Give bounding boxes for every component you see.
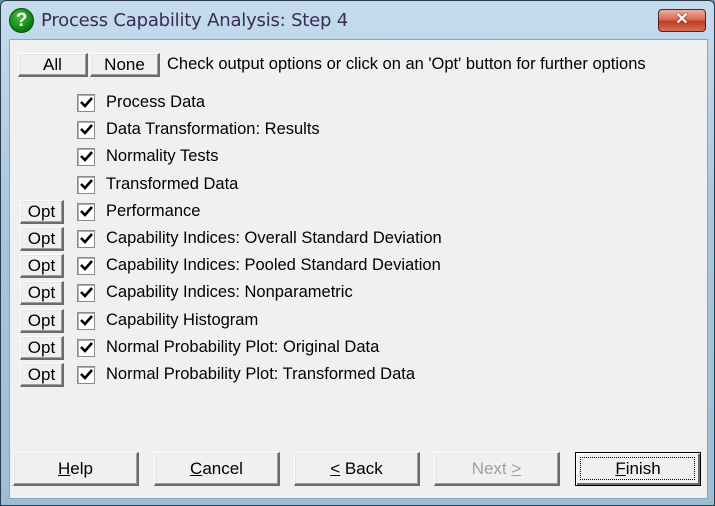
opt-button[interactable]: Opt bbox=[20, 199, 64, 224]
cancel-mnemonic: C bbox=[190, 459, 203, 478]
instruction-text: Check output options or click on an 'Opt… bbox=[167, 55, 646, 73]
opt-button-label: Opt bbox=[27, 365, 56, 384]
option-row: Opt Capability Indices: Pooled Standard D… bbox=[10, 254, 700, 279]
none-button[interactable]: None bbox=[90, 53, 160, 77]
opt-button-label: Opt bbox=[27, 337, 56, 357]
back-label: Back bbox=[340, 459, 383, 478]
option-label[interactable]: Capability Histogram bbox=[106, 311, 258, 330]
option-row: Opt Capability Histogram bbox=[10, 308, 700, 333]
option-checkbox[interactable] bbox=[77, 175, 95, 194]
option-row: Process Data bbox=[10, 91, 700, 115]
option-row: Opt Capability Indices: Nonparametric bbox=[10, 281, 700, 306]
opt-button-label: Opt bbox=[27, 283, 56, 303]
window-title: Process Capability Analysis: Step 4 bbox=[41, 10, 349, 31]
opt-button-label: Opt bbox=[27, 256, 56, 276]
option-row: Data Transformation: Results bbox=[10, 118, 700, 142]
checkmark-icon bbox=[80, 287, 93, 299]
cancel-label: ancel bbox=[202, 459, 243, 478]
option-checkbox[interactable] bbox=[77, 284, 95, 303]
checkmark-icon bbox=[80, 369, 93, 380]
help-label: elp bbox=[70, 459, 93, 478]
option-label[interactable]: Normal Probability Plot: Transformed Dat… bbox=[106, 365, 415, 384]
opt-button[interactable]: Opt bbox=[20, 363, 64, 387]
option-checkbox[interactable] bbox=[77, 148, 95, 167]
opt-button-label: Opt bbox=[27, 310, 56, 330]
close-icon: ✕ bbox=[675, 11, 689, 28]
all-button[interactable]: All bbox=[18, 53, 88, 77]
option-checkbox[interactable] bbox=[77, 257, 95, 276]
checkmark-icon bbox=[80, 341, 93, 353]
back-button[interactable]: < Back bbox=[294, 452, 420, 486]
option-label[interactable]: Capability Indices: Nonparametric bbox=[106, 283, 353, 302]
opt-button[interactable]: Opt bbox=[20, 308, 64, 333]
option-row: Opt Normal Probability Plot: Transformed … bbox=[10, 363, 700, 387]
next-mnemonic: > bbox=[511, 459, 522, 478]
option-row: Opt Capability Indices: Overall Standard … bbox=[10, 227, 700, 251]
checkmark-icon bbox=[80, 151, 93, 163]
close-button[interactable]: ✕ bbox=[658, 9, 706, 32]
option-checkbox[interactable] bbox=[77, 311, 95, 330]
option-checkbox[interactable] bbox=[77, 230, 95, 248]
opt-button-label: Opt bbox=[27, 229, 56, 248]
option-checkbox[interactable] bbox=[77, 338, 95, 357]
checkmark-icon bbox=[80, 233, 93, 244]
option-row: Normality Tests bbox=[10, 145, 700, 169]
opt-button[interactable]: Opt bbox=[20, 335, 64, 360]
all-button-label: All bbox=[43, 55, 62, 74]
option-checkbox[interactable] bbox=[77, 94, 95, 112]
dialog-window: ? Process Capability Analysis: Step 4 ✕ … bbox=[0, 0, 715, 506]
help-button[interactable]: Help bbox=[13, 452, 139, 486]
option-row: Opt Performance bbox=[10, 199, 700, 224]
finish-button[interactable]: Finish bbox=[575, 452, 701, 486]
dialog-client-area: All None Check output options or click o… bbox=[9, 39, 708, 499]
option-checkbox[interactable] bbox=[77, 121, 95, 140]
checkmark-icon bbox=[80, 124, 93, 136]
option-row: Transformed Data bbox=[10, 173, 700, 197]
option-row: Opt Normal Probability Plot: Original Dat… bbox=[10, 335, 700, 360]
option-checkbox[interactable] bbox=[77, 366, 95, 384]
option-label[interactable]: Transformed Data bbox=[106, 175, 238, 194]
checkmark-icon bbox=[80, 260, 93, 272]
checkmark-icon bbox=[80, 178, 93, 190]
option-checkbox[interactable] bbox=[77, 202, 95, 221]
opt-button[interactable]: Opt bbox=[20, 281, 64, 306]
focus-rectangle bbox=[580, 457, 695, 480]
opt-button-label: Opt bbox=[27, 201, 56, 221]
option-label[interactable]: Normality Tests bbox=[106, 147, 218, 166]
next-label: Next bbox=[471, 459, 512, 478]
option-label[interactable]: Normal Probability Plot: Original Data bbox=[106, 338, 379, 357]
next-button[interactable]: Next > bbox=[434, 452, 560, 486]
option-label[interactable]: Process Data bbox=[106, 93, 205, 112]
cancel-button[interactable]: Cancel bbox=[154, 452, 280, 486]
title-bar[interactable]: ? Process Capability Analysis: Step 4 ✕ bbox=[1, 1, 714, 39]
opt-button[interactable]: Opt bbox=[20, 227, 64, 251]
option-label[interactable]: Data Transformation: Results bbox=[106, 120, 320, 139]
checkmark-icon bbox=[80, 314, 93, 326]
opt-button[interactable]: Opt bbox=[20, 254, 64, 279]
checkmark-icon bbox=[80, 205, 93, 217]
none-button-label: None bbox=[104, 55, 145, 74]
option-label[interactable]: Capability Indices: Overall Standard Dev… bbox=[106, 229, 442, 248]
option-label[interactable]: Capability Indices: Pooled Standard Devi… bbox=[106, 256, 441, 275]
help-question-icon: ? bbox=[9, 8, 34, 33]
option-label[interactable]: Performance bbox=[106, 202, 200, 221]
back-mnemonic: < bbox=[330, 459, 341, 478]
help-mnemonic: H bbox=[58, 459, 71, 478]
checkmark-icon bbox=[80, 97, 93, 108]
